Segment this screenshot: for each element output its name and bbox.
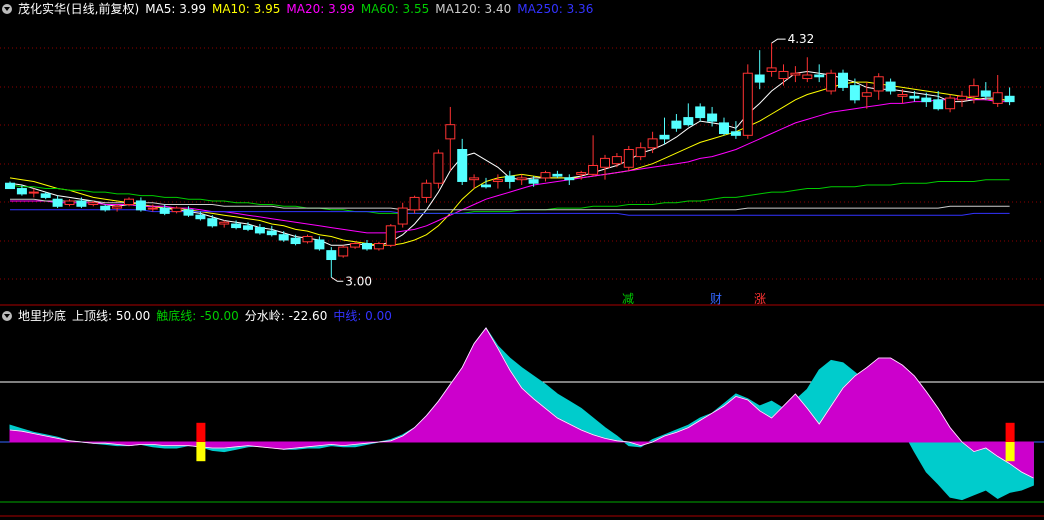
candle-body <box>838 72 848 88</box>
candle-body <box>528 179 539 184</box>
candle-body <box>231 223 242 229</box>
candle-body <box>635 147 646 158</box>
candle-body <box>968 85 979 97</box>
candle-body <box>481 184 491 188</box>
candle-body <box>409 196 420 211</box>
event-marker: 减 <box>622 292 634 306</box>
signal-bar-top <box>1005 422 1015 442</box>
candle-body <box>945 97 956 110</box>
candle-body <box>992 92 1003 104</box>
low-label: 3.00 <box>345 274 372 288</box>
candle-body <box>397 207 408 225</box>
candle-body <box>933 99 944 110</box>
candle-body <box>611 156 622 165</box>
candle-body <box>802 74 813 80</box>
candle-body <box>362 243 372 250</box>
candle-body <box>647 138 658 149</box>
candle-body <box>254 227 265 234</box>
candle-body <box>742 72 753 136</box>
high-pointer <box>771 38 786 44</box>
candle-body <box>873 76 884 92</box>
candle-body <box>433 152 444 184</box>
candle-body <box>64 200 75 206</box>
candle-body <box>849 85 860 101</box>
candle-body <box>243 225 253 230</box>
candle-body <box>469 177 480 181</box>
candle-body <box>754 74 765 83</box>
candle-body <box>897 94 908 97</box>
candle-body <box>171 207 182 213</box>
candle-body <box>88 202 99 206</box>
candle-body <box>980 90 991 97</box>
candle-body <box>421 182 432 198</box>
candle-body <box>600 157 610 168</box>
candle-body <box>40 193 51 198</box>
ma-line-ma10 <box>9 81 1010 246</box>
candle-body <box>576 172 587 175</box>
candle-body <box>183 209 194 216</box>
high-label: 4.32 <box>788 32 815 46</box>
candle-body <box>278 234 289 241</box>
candle-body <box>373 243 384 250</box>
candle-body <box>219 221 230 225</box>
candle-body <box>671 120 682 129</box>
event-marker: 涨 <box>754 291 766 306</box>
candle-body <box>564 177 575 181</box>
candle-body <box>16 188 27 195</box>
candle-body <box>730 131 741 136</box>
candle-body <box>861 92 872 97</box>
candle-body <box>112 205 123 209</box>
event-marker: 财 <box>710 292 722 306</box>
candle-body <box>1004 95 1015 103</box>
candle-body <box>76 200 87 207</box>
candle-body <box>885 81 896 92</box>
candle-body <box>719 122 729 135</box>
candle-body <box>100 205 111 211</box>
stock-chart[interactable]: 4.32 3.00 减 财 涨 <box>0 0 1044 520</box>
candle-body <box>124 198 134 206</box>
candle-body <box>766 67 777 72</box>
candle-body <box>195 214 206 220</box>
candle-body <box>957 95 967 101</box>
candle-body <box>921 97 932 103</box>
candle-body <box>52 198 63 207</box>
candle-body <box>28 191 39 194</box>
candle-body <box>588 164 599 175</box>
candle-body <box>5 182 15 190</box>
candle-body <box>266 230 277 236</box>
candle-body <box>540 172 551 179</box>
candle-body <box>552 173 563 177</box>
candle-body <box>457 149 468 182</box>
candle-body <box>623 149 634 168</box>
signal-bar-bottom <box>1005 442 1015 462</box>
candle-body <box>326 250 337 261</box>
magenta-area <box>9 327 1034 479</box>
candle-body <box>707 113 718 122</box>
candle-body <box>492 179 503 182</box>
candle-body <box>147 207 158 210</box>
candle-body <box>826 72 837 92</box>
candle-body <box>504 175 515 182</box>
candle-body <box>314 239 325 250</box>
candle-body <box>385 225 396 246</box>
signal-bar-top <box>196 422 206 442</box>
candle-body <box>159 207 170 214</box>
candle-body <box>659 134 670 140</box>
candle-body <box>290 237 301 245</box>
candle-body <box>350 243 361 248</box>
candle-body <box>909 95 920 99</box>
candle-body <box>790 72 801 76</box>
candle-body <box>683 117 694 126</box>
signal-bar-bottom <box>196 442 206 462</box>
candle-body <box>338 246 349 257</box>
candle-body <box>207 218 218 227</box>
low-pointer <box>331 276 344 282</box>
candle-body <box>302 235 313 243</box>
candle-body <box>778 70 789 80</box>
candle-body <box>445 124 456 140</box>
candle-body <box>135 200 146 211</box>
candle-body <box>814 74 825 78</box>
candle-body <box>695 106 706 119</box>
candle-body <box>516 177 527 181</box>
